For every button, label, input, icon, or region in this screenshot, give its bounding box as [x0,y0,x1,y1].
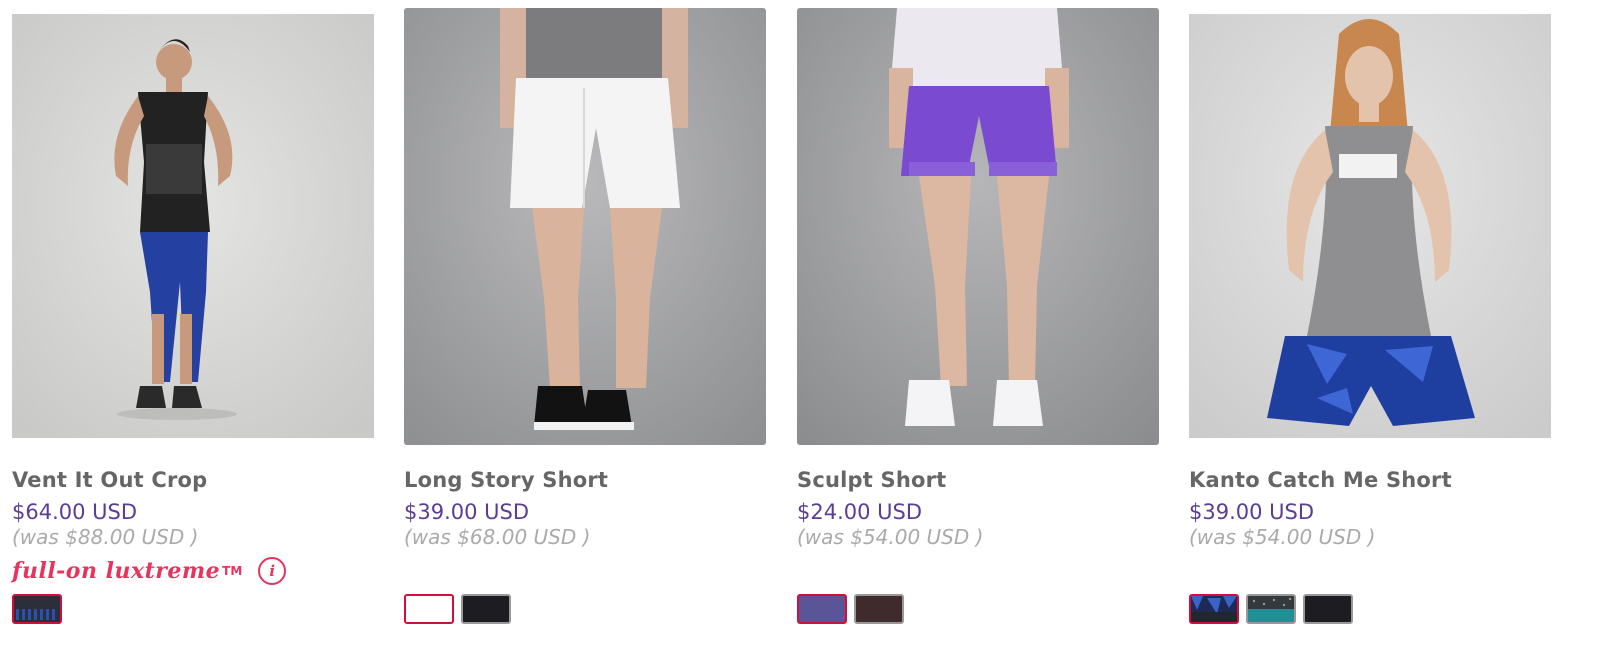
product-photo-white-shorts [404,8,766,445]
product-grid: Vent It Out Crop $64.00 USD (was $88.00 … [0,0,1598,652]
product-was-price: (was $88.00 USD ) [12,525,199,549]
color-swatches [797,594,904,624]
color-swatch-black[interactable] [461,594,511,624]
color-swatches [404,594,511,624]
fabric-name: full-on luxtreme [12,558,221,584]
product-was-price: (was $54.00 USD ) [797,525,984,549]
product-card-long-story-short[interactable]: Long Story Short $39.00 USD (was $68.00 … [404,0,766,652]
product-price: $39.00 USD [404,500,530,524]
color-swatches [12,594,62,624]
color-swatch-blue-print[interactable] [1189,594,1239,624]
product-price: $39.00 USD [1189,500,1315,524]
product-card-vent-it-out-crop[interactable]: Vent It Out Crop $64.00 USD (was $88.00 … [12,0,374,652]
product-price: $64.00 USD [12,500,138,524]
swatch-pattern [1248,596,1294,622]
product-name[interactable]: Vent It Out Crop [12,468,207,492]
color-swatch-teal-speckle[interactable] [1246,594,1296,624]
product-price: $24.00 USD [797,500,923,524]
trademark-symbol: TM [222,564,243,578]
color-swatch-brown[interactable] [854,594,904,624]
product-image[interactable] [1189,14,1551,438]
color-swatch-white[interactable] [404,594,454,624]
product-photo-purple-shorts [797,8,1159,445]
product-image[interactable] [12,14,374,438]
product-photo-woman-crop [12,14,374,438]
fabric-badge: full-on luxtreme TM i [12,557,287,585]
product-was-price: (was $68.00 USD ) [404,525,591,549]
product-image[interactable] [797,8,1159,445]
color-swatch-stripe[interactable] [12,594,62,624]
info-icon[interactable]: i [258,557,287,585]
product-card-kanto-catch-me-short[interactable]: Kanto Catch Me Short $39.00 USD (was $54… [1189,0,1551,652]
product-photo-woman-tank-shorts [1189,14,1551,438]
product-name[interactable]: Long Story Short [404,468,608,492]
color-swatches [1189,594,1353,624]
product-name[interactable]: Kanto Catch Me Short [1189,468,1452,492]
product-was-price: (was $54.00 USD ) [1189,525,1376,549]
product-card-sculpt-short[interactable]: Sculpt Short $24.00 USD (was $54.00 USD … [797,0,1159,652]
color-swatch-black[interactable] [1303,594,1353,624]
product-image[interactable] [404,8,766,445]
swatch-pattern [1191,596,1237,622]
swatch-pattern [14,596,60,622]
color-swatch-purple[interactable] [797,594,847,624]
product-name[interactable]: Sculpt Short [797,468,946,492]
